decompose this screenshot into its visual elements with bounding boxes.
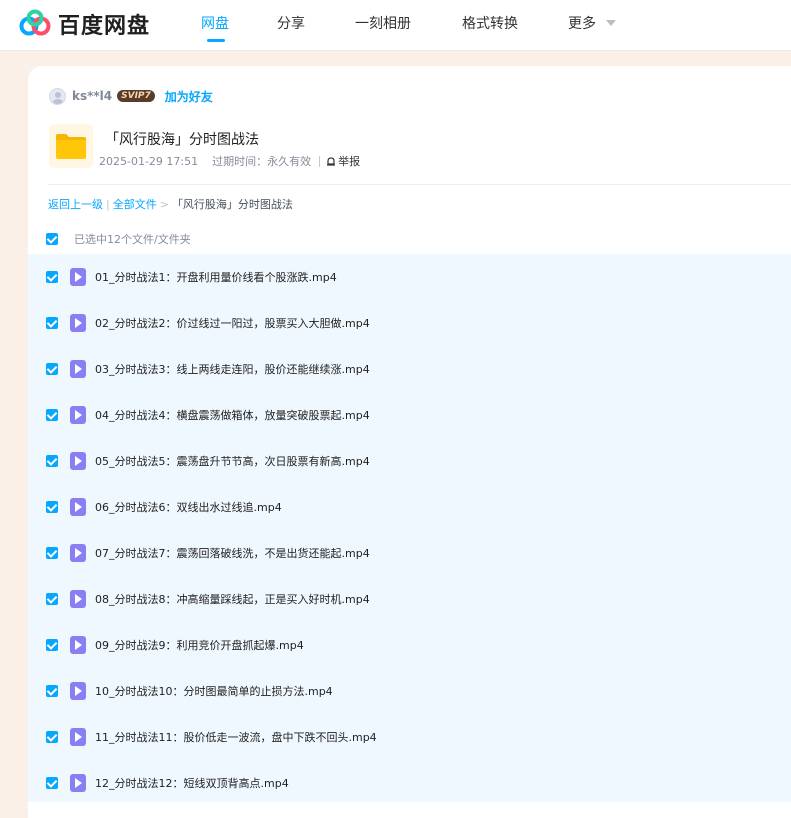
- file-checkbox[interactable]: [46, 777, 58, 789]
- file-row[interactable]: 01_分时战法1：开盘利用量价线看个股涨跌.mp4: [28, 254, 791, 300]
- video-file-icon: [70, 406, 86, 424]
- breadcrumb-current-folder: 「风行股海」分时图战法: [171, 198, 293, 211]
- selection-summary: 已选中12个文件/文件夹: [74, 233, 191, 246]
- logo-text: 百度网盘: [58, 14, 151, 39]
- report-button[interactable]: 举报: [326, 153, 360, 169]
- baidu-netdisk-logo[interactable]: 百度网盘: [18, 8, 150, 40]
- file-name[interactable]: 03_分时战法3：线上两线走连阳，股价还能继续涨.mp4: [95, 361, 370, 377]
- share-meta: 2025-01-29 17:51 过期时间： 永久有效 举报: [99, 153, 360, 169]
- nav-format-convert[interactable]: 格式转换: [462, 13, 518, 33]
- video-file-icon: [70, 774, 86, 792]
- video-file-icon: [70, 360, 86, 378]
- breadcrumb-all-files-link[interactable]: 全部文件: [113, 196, 157, 212]
- share-title: 「风行股海」分时图战法: [105, 132, 259, 148]
- expiry-value: 永久有效: [267, 155, 312, 168]
- vip-badge: SVIP7: [117, 90, 155, 102]
- folder-icon: [49, 124, 93, 168]
- file-checkbox[interactable]: [46, 409, 58, 421]
- file-row[interactable]: 03_分时战法3：线上两线走连阳，股价还能继续涨.mp4: [28, 346, 791, 392]
- file-row[interactable]: 11_分时战法11：股价低走一波流，盘中下跌不回头.mp4: [28, 714, 791, 760]
- add-friend-link[interactable]: 加为好友: [165, 88, 213, 105]
- video-file-icon: [70, 544, 86, 562]
- select-all-checkbox[interactable]: [46, 233, 58, 245]
- breadcrumb-back-link[interactable]: 返回上一级: [48, 196, 103, 212]
- file-checkbox[interactable]: [46, 639, 58, 651]
- divider: [48, 184, 791, 185]
- file-name[interactable]: 01_分时战法1：开盘利用量价线看个股涨跌.mp4: [95, 269, 337, 285]
- file-name[interactable]: 05_分时战法5：震荡盘升节节高，次日股票有新高.mp4: [95, 453, 370, 469]
- file-checkbox[interactable]: [46, 317, 58, 329]
- file-name[interactable]: 09_分时战法9：利用竞价开盘抓起爆.mp4: [95, 637, 304, 653]
- file-name[interactable]: 02_分时战法2：价过线过一阳过，股票买入大胆做.mp4: [95, 315, 370, 331]
- file-checkbox[interactable]: [46, 455, 58, 467]
- file-checkbox[interactable]: [46, 547, 58, 559]
- video-file-icon: [70, 268, 86, 286]
- alarm-icon: [327, 157, 336, 166]
- file-name[interactable]: 10_分时战法10：分时图最简单的止损方法.mp4: [95, 683, 333, 699]
- share-date: 2025-01-29 17:51: [99, 154, 199, 168]
- folder-icon-graphic: [56, 134, 86, 159]
- select-all-row: 已选中12个文件/文件夹: [46, 230, 191, 248]
- chevron-down-icon[interactable]: [606, 20, 616, 26]
- avatar[interactable]: [49, 87, 66, 105]
- file-name[interactable]: 07_分时战法7：震荡回落破线洗，不是出货还能起.mp4: [95, 545, 370, 561]
- video-file-icon: [70, 636, 86, 654]
- file-name[interactable]: 12_分时战法12：短线双顶背高点.mp4: [95, 775, 289, 791]
- report-label: 举报: [338, 155, 361, 168]
- video-file-icon: [70, 498, 86, 516]
- nav-more[interactable]: 更多: [568, 13, 596, 33]
- file-name[interactable]: 04_分时战法4：横盘震荡做箱体，放量突破股票起.mp4: [95, 407, 370, 423]
- video-file-icon: [70, 728, 86, 746]
- sharer-info: ks**l4 SVIP7 加为好友: [49, 87, 213, 105]
- file-row[interactable]: 06_分时战法6：双线出水过线追.mp4: [28, 484, 791, 530]
- file-row[interactable]: 05_分时战法5：震荡盘升节节高，次日股票有新高.mp4: [28, 438, 791, 484]
- file-row[interactable]: 12_分时战法12：短线双顶背高点.mp4: [28, 760, 791, 806]
- breadcrumb-pipe-separator: |: [106, 197, 110, 211]
- expiry-label: 过期时间：: [212, 155, 268, 168]
- sharer-username[interactable]: ks**l4: [72, 89, 112, 103]
- baidu-cloud-logo-icon: [19, 9, 51, 36]
- file-list: 01_分时战法1：开盘利用量价线看个股涨跌.mp4 02_分时战法2：价过线过一…: [28, 254, 791, 802]
- file-name[interactable]: 08_分时战法8：冲高缩量踩线起，正是买入好时机.mp4: [95, 591, 370, 607]
- file-row[interactable]: 09_分时战法9：利用竞价开盘抓起爆.mp4: [28, 622, 791, 668]
- file-row[interactable]: 08_分时战法8：冲高缩量踩线起，正是买入好时机.mp4: [28, 576, 791, 622]
- file-checkbox[interactable]: [46, 363, 58, 375]
- nav-share[interactable]: 分享: [277, 13, 305, 33]
- file-checkbox[interactable]: [46, 685, 58, 697]
- file-checkbox[interactable]: [46, 271, 58, 283]
- file-checkbox[interactable]: [46, 501, 58, 513]
- breadcrumb: 返回上一级 | 全部文件 > 「风行股海」分时图战法: [48, 196, 293, 212]
- nav-moment-album[interactable]: 一刻相册: [355, 13, 411, 33]
- breadcrumb-arrow-separator: >: [159, 197, 169, 211]
- video-file-icon: [70, 314, 86, 332]
- file-checkbox[interactable]: [46, 731, 58, 743]
- top-navigation-bar: 百度网盘 网盘 分享 一刻相册 格式转换 更多: [0, 0, 791, 50]
- video-file-icon: [70, 452, 86, 470]
- nav-netdisk[interactable]: 网盘: [201, 13, 229, 33]
- file-row[interactable]: 04_分时战法4：横盘震荡做箱体，放量突破股票起.mp4: [28, 392, 791, 438]
- file-name[interactable]: 06_分时战法6：双线出水过线追.mp4: [95, 499, 282, 515]
- file-checkbox[interactable]: [46, 593, 58, 605]
- nav-active-indicator: [207, 39, 225, 42]
- video-file-icon: [70, 682, 86, 700]
- file-row[interactable]: 10_分时战法10：分时图最简单的止损方法.mp4: [28, 668, 791, 714]
- file-row[interactable]: 02_分时战法2：价过线过一阳过，股票买入大胆做.mp4: [28, 300, 791, 346]
- file-row[interactable]: 07_分时战法7：震荡回落破线洗，不是出货还能起.mp4: [28, 530, 791, 576]
- file-name[interactable]: 11_分时战法11：股价低走一波流，盘中下跌不回头.mp4: [95, 729, 377, 745]
- share-card: ks**l4 SVIP7 加为好友 「风行股海」分时图战法 2025-01-29…: [28, 66, 791, 818]
- meta-divider: [319, 155, 321, 167]
- video-file-icon: [70, 590, 86, 608]
